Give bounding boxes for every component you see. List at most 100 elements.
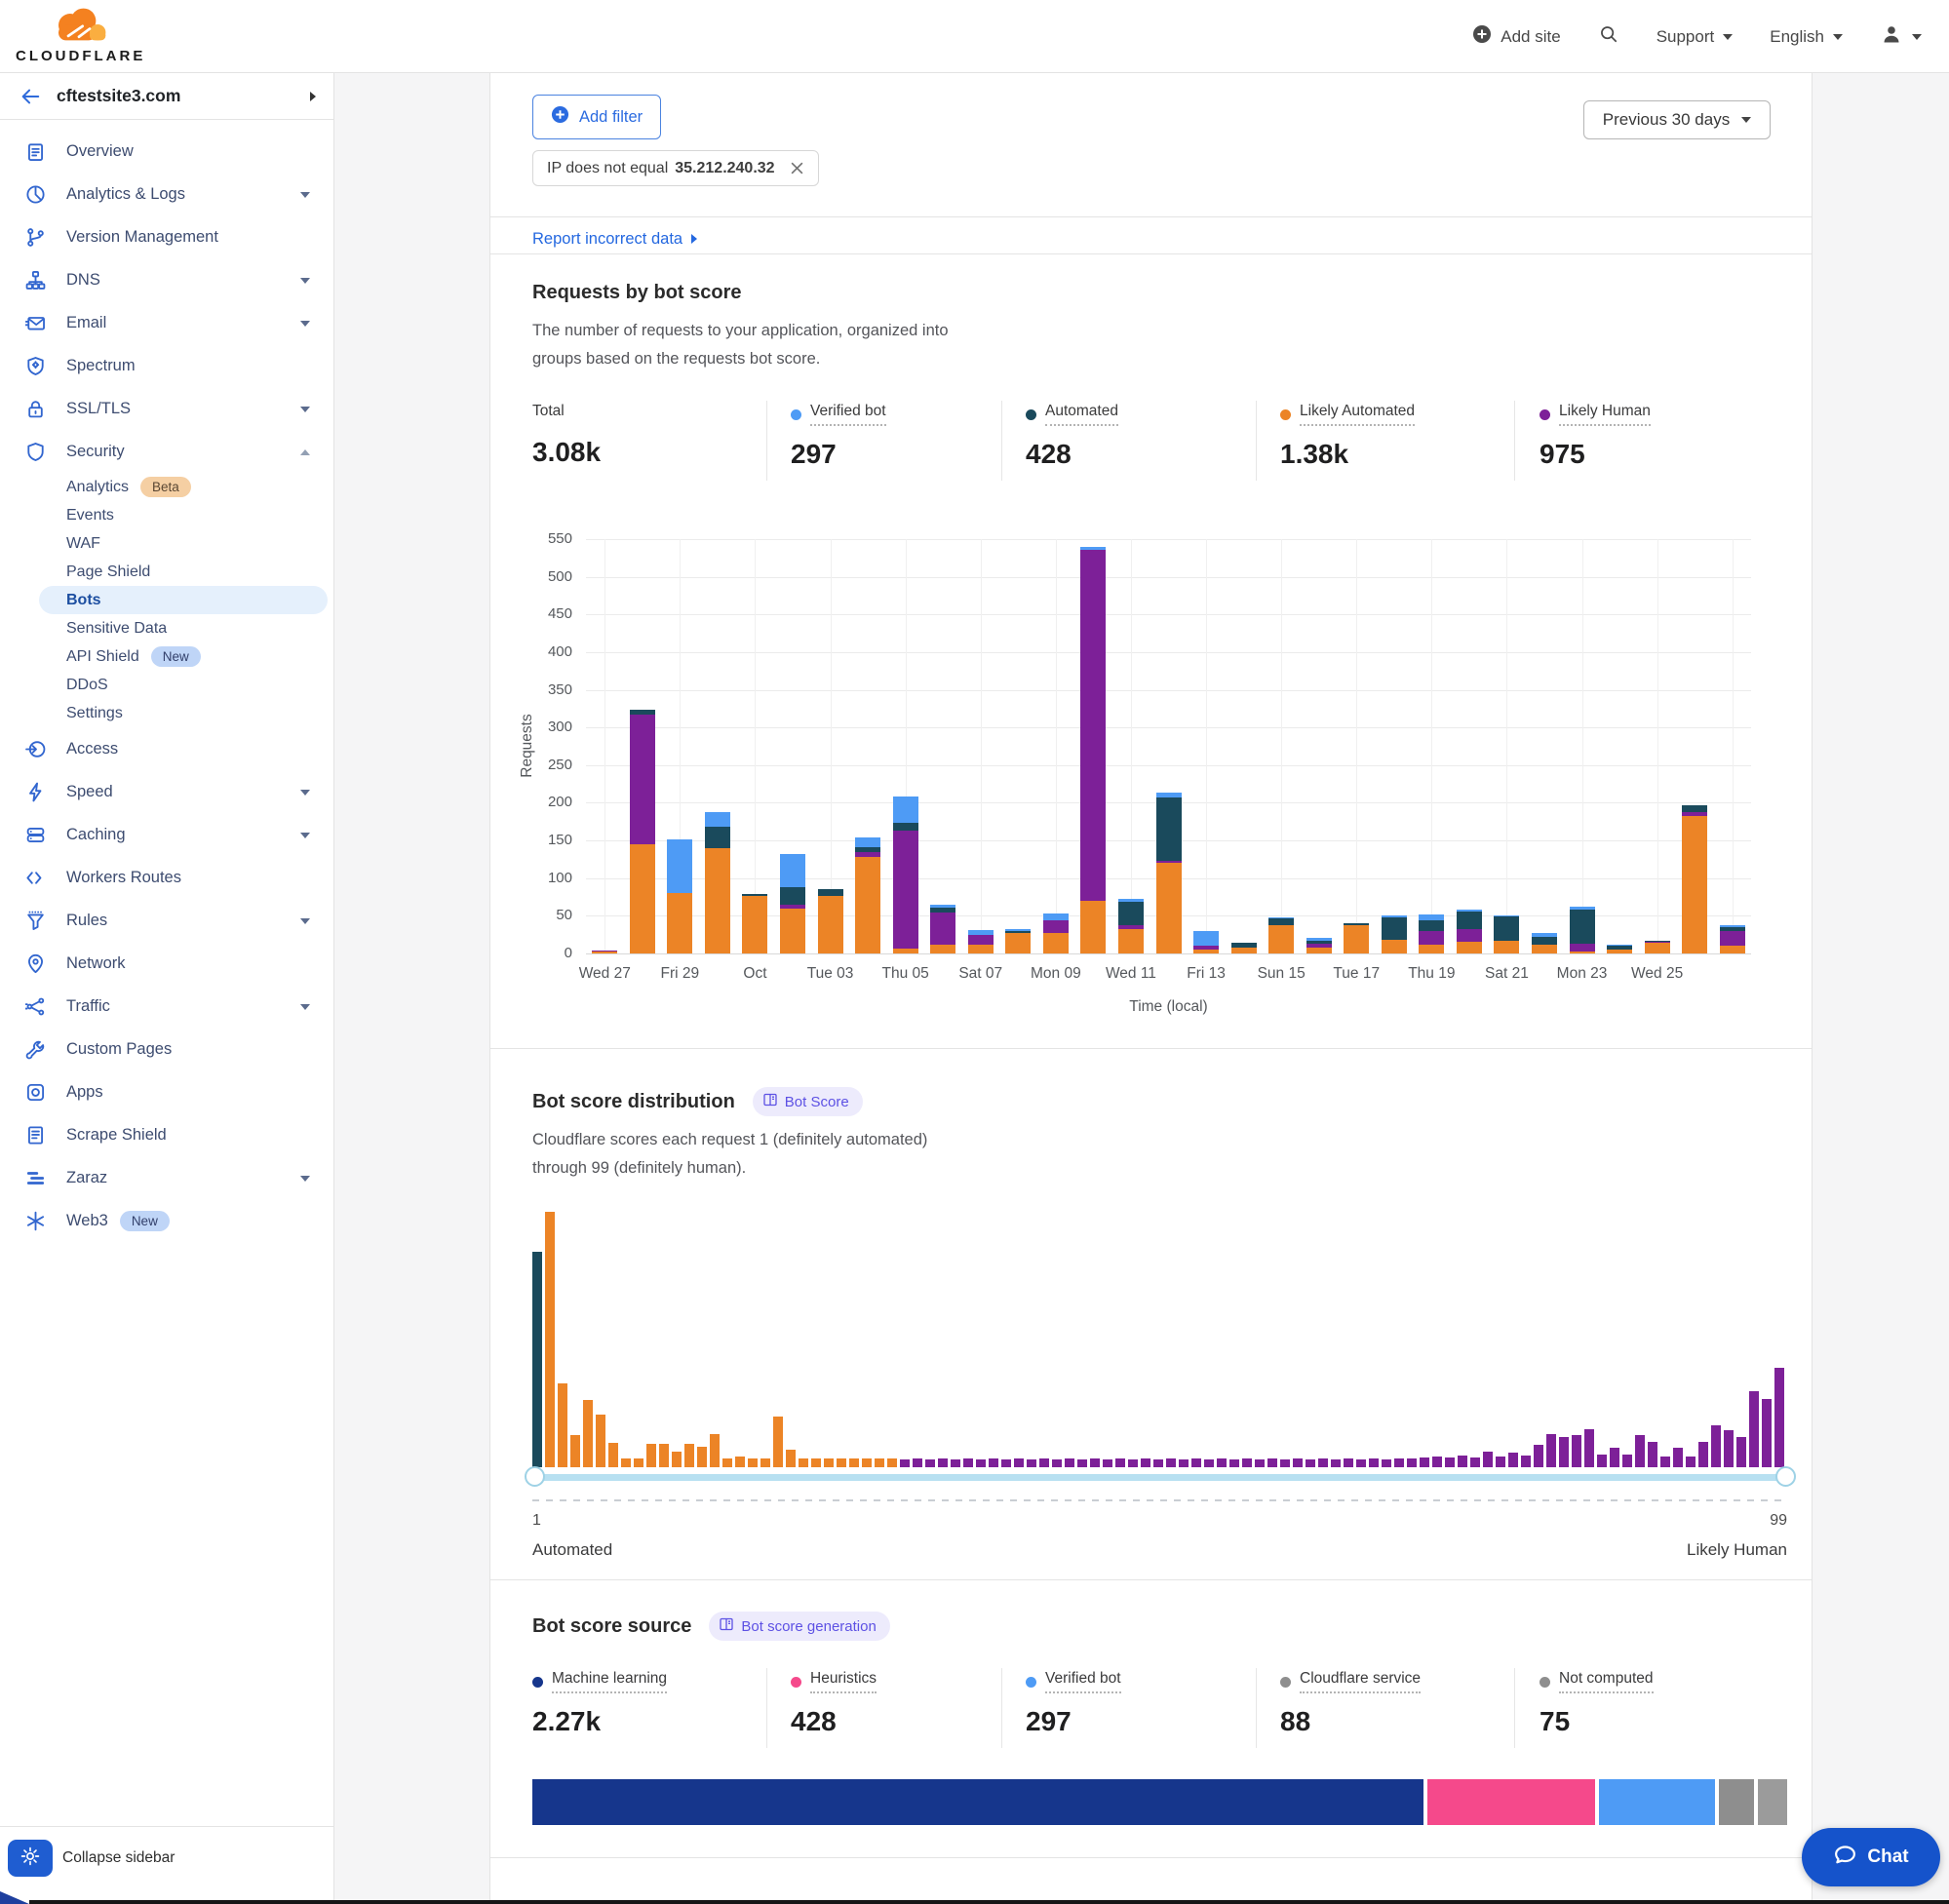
bar-mon-09 xyxy=(1043,539,1069,953)
back-arrow-icon[interactable] xyxy=(19,86,41,107)
bar-sat-30 xyxy=(705,539,730,953)
source-card-title: Bot score source xyxy=(532,1615,691,1638)
stat-label-automated[interactable]: Automated xyxy=(1026,403,1118,426)
segment-likely-automated xyxy=(1570,952,1595,953)
add-filter-button[interactable]: Add filter xyxy=(532,95,661,139)
score-21-bar xyxy=(786,1450,796,1467)
sidebar-item-security[interactable]: Security xyxy=(0,430,333,473)
requests-card-title: Requests by bot score xyxy=(532,282,742,304)
gear-button[interactable] xyxy=(8,1840,53,1877)
stat-value-heuristics: 428 xyxy=(791,1706,877,1737)
score-range-slider-track[interactable] xyxy=(534,1474,1787,1481)
report-incorrect-data-link[interactable]: Report incorrect data xyxy=(532,224,697,253)
sidebar-item-custom-pages[interactable]: Custom Pages xyxy=(0,1028,333,1070)
sidebar-item-ddos[interactable]: DDoS xyxy=(0,671,333,699)
sidebar-item-web3[interactable]: Web3New xyxy=(0,1199,333,1242)
y-tick-label: 550 xyxy=(508,530,572,547)
sidebar-item-rules[interactable]: Rules xyxy=(0,899,333,942)
chevron-down-icon xyxy=(300,826,310,843)
score-64-bar xyxy=(1331,1459,1341,1467)
sidebar-item-api-shield[interactable]: API ShieldNew xyxy=(0,642,333,671)
bar-sun-22 xyxy=(1532,539,1557,953)
stat-label-heuristics[interactable]: Heuristics xyxy=(791,1670,877,1693)
slider-handle-max[interactable] xyxy=(1775,1466,1796,1487)
filter-chip-text: IP does not equal xyxy=(547,160,668,177)
slider-handle-min[interactable] xyxy=(525,1466,545,1487)
sidebar-item-workers-routes[interactable]: Workers Routes xyxy=(0,856,333,899)
sidebar-item-page-shield[interactable]: Page Shield xyxy=(0,558,333,586)
score-89-bar xyxy=(1648,1442,1657,1467)
stat-value-cloudflare-service: 88 xyxy=(1280,1706,1421,1737)
support-menu[interactable]: Support xyxy=(1657,27,1734,47)
chat-button[interactable]: Chat xyxy=(1802,1828,1940,1886)
score-59-bar xyxy=(1267,1458,1277,1467)
search-button[interactable] xyxy=(1598,23,1619,50)
bot-score-badge[interactable]: Bot Score xyxy=(753,1087,863,1116)
envelope-icon xyxy=(25,313,47,332)
bot-score-generation-badge[interactable]: Bot score generation xyxy=(709,1612,889,1641)
stat-label-not-computed[interactable]: Not computed xyxy=(1540,1670,1654,1693)
sidebar-item-caching[interactable]: Caching xyxy=(0,813,333,856)
add-site-button[interactable]: Add site xyxy=(1472,24,1560,49)
sidebar-item-network[interactable]: Network xyxy=(0,942,333,985)
sidebar-item-spectrum[interactable]: Spectrum xyxy=(0,344,333,387)
bar-tue-03 xyxy=(818,539,843,953)
sidebar-item-access[interactable]: Access xyxy=(0,727,333,770)
sidebar-item-traffic[interactable]: Traffic xyxy=(0,985,333,1028)
legend-dot xyxy=(791,409,801,420)
sidebar-item-events[interactable]: Events xyxy=(0,501,333,529)
stat-value-likely-automated: 1.38k xyxy=(1280,439,1415,470)
score-61-bar xyxy=(1293,1458,1303,1467)
sidebar-item-ssl-tls[interactable]: SSL/TLS xyxy=(0,387,333,430)
caret-right-icon xyxy=(691,234,697,244)
git-branch-icon xyxy=(25,227,47,247)
sidebar-item-apps[interactable]: Apps xyxy=(0,1070,333,1113)
site-selector[interactable]: cftestsite3.com xyxy=(0,73,333,120)
filter-chip[interactable]: IP does not equal 35.212.240.32 xyxy=(532,150,819,186)
score-6-bar xyxy=(596,1415,605,1467)
score-79-bar xyxy=(1521,1456,1531,1467)
stat-label-likely-human[interactable]: Likely Human xyxy=(1540,403,1651,426)
account-menu[interactable] xyxy=(1880,22,1922,51)
close-icon[interactable] xyxy=(790,161,804,175)
brand-text: CLOUDFLARE xyxy=(16,48,142,64)
sidebar-item-label: Overview xyxy=(66,142,134,161)
score-7-bar xyxy=(608,1443,618,1467)
sidebar-item-speed[interactable]: Speed xyxy=(0,770,333,813)
sidebar-item-sensitive-data[interactable]: Sensitive Data xyxy=(0,614,333,642)
sidebar-item-scrape-shield[interactable]: Scrape Shield xyxy=(0,1113,333,1156)
sidebar-item-overview[interactable]: Overview xyxy=(0,130,333,173)
sidebar-item-analytics-logs[interactable]: Analytics & Logs xyxy=(0,173,333,215)
sidebar-item-email[interactable]: Email xyxy=(0,301,333,344)
score-55-bar xyxy=(1217,1458,1227,1467)
requests-card-description: The number of requests to your applicati… xyxy=(532,317,949,373)
stat-label-total[interactable]: Total xyxy=(532,403,601,424)
legend-dot xyxy=(1280,1677,1291,1688)
sidebar-item-version-management[interactable]: Version Management xyxy=(0,215,333,258)
sidebar-item-bots[interactable]: Bots xyxy=(39,586,328,614)
stat-label-verified-bot[interactable]: Verified bot xyxy=(1026,1670,1121,1693)
segment-likely-automated xyxy=(930,945,955,953)
score-63-bar xyxy=(1318,1458,1328,1467)
score-51-bar xyxy=(1166,1458,1176,1467)
stat-label-cloudflare-service[interactable]: Cloudflare service xyxy=(1280,1670,1421,1693)
sidebar-item-dns[interactable]: DNS xyxy=(0,258,333,301)
legend-dot xyxy=(791,1677,801,1688)
divider xyxy=(490,1048,1812,1049)
time-range-select[interactable]: Previous 30 days xyxy=(1583,100,1771,139)
sidebar-item-analytics[interactable]: AnalyticsBeta xyxy=(0,473,333,501)
stat-label-verified-bot[interactable]: Verified bot xyxy=(791,403,886,426)
sidebar-item-waf[interactable]: WAF xyxy=(0,529,333,558)
collapse-sidebar[interactable]: Collapse sidebar xyxy=(0,1834,333,1883)
sidebar-item-zaraz[interactable]: Zaraz xyxy=(0,1156,333,1199)
score-97-bar xyxy=(1749,1391,1759,1467)
y-tick-label: 450 xyxy=(508,605,572,622)
score-35-bar xyxy=(963,1458,973,1467)
sidebar-item-settings[interactable]: Settings xyxy=(0,699,333,727)
stat-label-likely-automated[interactable]: Likely Automated xyxy=(1280,403,1415,426)
map-pin-icon xyxy=(25,953,47,973)
x-tick-label: Wed 25 xyxy=(1614,965,1701,983)
language-menu[interactable]: English xyxy=(1770,27,1843,47)
cloudflare-logo[interactable]: CLOUDFLARE xyxy=(16,4,142,64)
stat-label-machine-learning[interactable]: Machine learning xyxy=(532,1670,667,1693)
